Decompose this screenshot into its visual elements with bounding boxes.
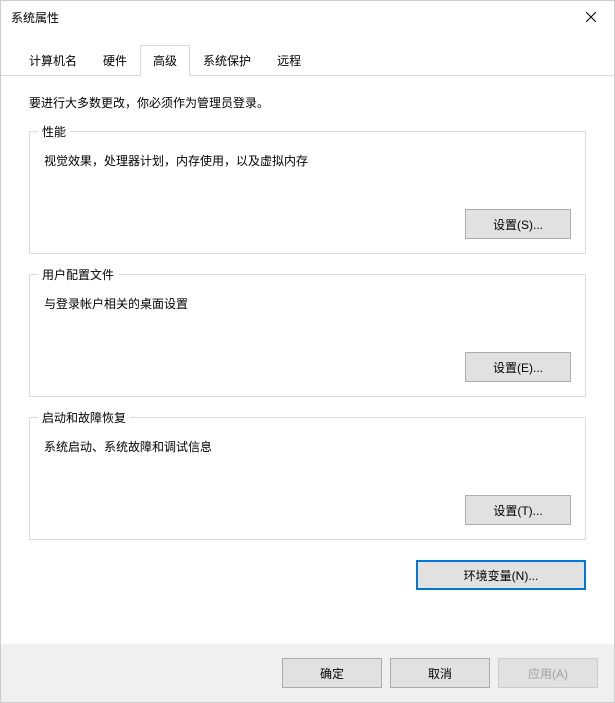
system-properties-window: 系统属性 计算机名 硬件 高级 系统保护 远程 要进行大多数更改，你必须作为管理…	[0, 0, 615, 703]
dialog-footer: 确定 取消 应用(A)	[1, 644, 614, 702]
tab-content-advanced: 要进行大多数更改，你必须作为管理员登录。 性能 视觉效果，处理器计划，内存使用，…	[1, 76, 614, 644]
performance-actions: 设置(S)...	[44, 209, 571, 239]
user-profiles-actions: 设置(E)...	[44, 352, 571, 382]
env-variables-row: 环境变量(N)...	[29, 560, 586, 590]
admin-note: 要进行大多数更改，你必须作为管理员登录。	[29, 94, 586, 111]
user-profiles-title: 用户配置文件	[38, 266, 118, 283]
startup-recovery-actions: 设置(T)...	[44, 495, 571, 525]
startup-recovery-group: 启动和故障恢复 系统启动、系统故障和调试信息 设置(T)...	[29, 417, 586, 540]
startup-recovery-title: 启动和故障恢复	[38, 409, 130, 426]
tab-system-protection[interactable]: 系统保护	[190, 45, 264, 75]
close-button[interactable]	[568, 1, 614, 33]
window-title: 系统属性	[11, 9, 59, 26]
cancel-button[interactable]: 取消	[390, 658, 490, 688]
ok-button[interactable]: 确定	[282, 658, 382, 688]
performance-title: 性能	[38, 123, 70, 140]
startup-recovery-desc: 系统启动、系统故障和调试信息	[44, 438, 571, 455]
startup-recovery-settings-button[interactable]: 设置(T)...	[465, 495, 571, 525]
tab-advanced[interactable]: 高级	[140, 45, 190, 76]
tab-computer-name[interactable]: 计算机名	[16, 45, 90, 75]
tab-hardware[interactable]: 硬件	[90, 45, 140, 75]
performance-desc: 视觉效果，处理器计划，内存使用，以及虚拟内存	[44, 152, 571, 169]
environment-variables-button[interactable]: 环境变量(N)...	[416, 560, 586, 590]
close-icon	[586, 12, 596, 22]
titlebar: 系统属性	[1, 1, 614, 33]
tabstrip: 计算机名 硬件 高级 系统保护 远程	[1, 33, 614, 76]
user-profiles-group: 用户配置文件 与登录帐户相关的桌面设置 设置(E)...	[29, 274, 586, 397]
performance-group: 性能 视觉效果，处理器计划，内存使用，以及虚拟内存 设置(S)...	[29, 131, 586, 254]
user-profiles-settings-button[interactable]: 设置(E)...	[465, 352, 571, 382]
apply-button[interactable]: 应用(A)	[498, 658, 598, 688]
user-profiles-desc: 与登录帐户相关的桌面设置	[44, 295, 571, 312]
performance-settings-button[interactable]: 设置(S)...	[465, 209, 571, 239]
tab-remote[interactable]: 远程	[264, 45, 314, 75]
